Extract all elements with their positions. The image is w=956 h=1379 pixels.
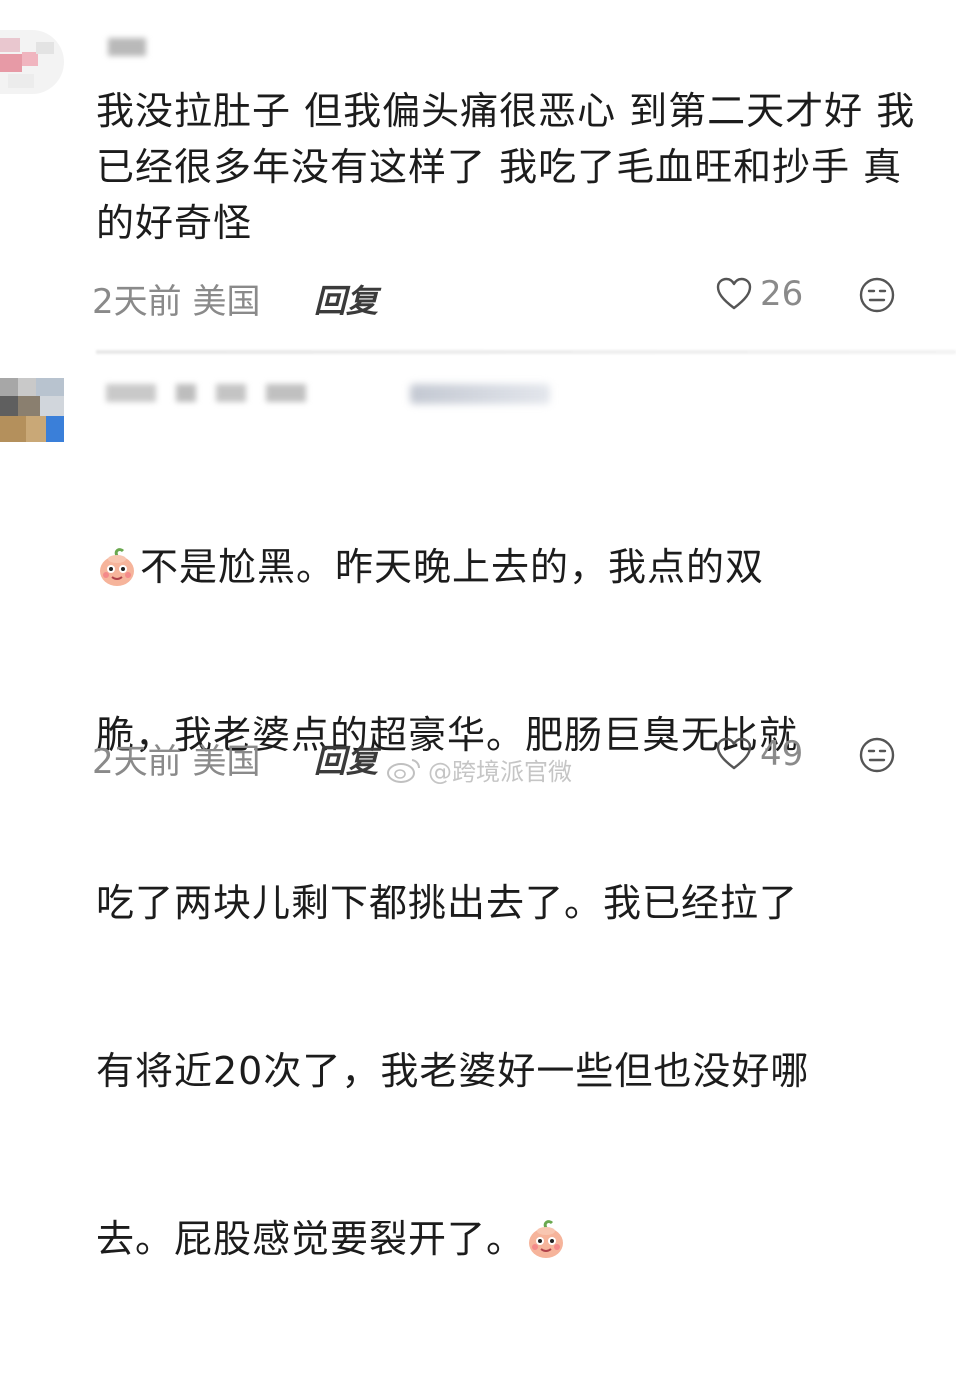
like-button[interactable]: 26 bbox=[714, 274, 803, 314]
timestamp-location: 2天前 美国 bbox=[92, 282, 261, 322]
comment-meta: 2天前 美国 回复 26 bbox=[92, 274, 912, 322]
like-count: 26 bbox=[760, 274, 804, 314]
like-button[interactable]: 49 bbox=[714, 734, 803, 774]
heart-outline-icon bbox=[716, 277, 752, 310]
username-redacted bbox=[108, 38, 146, 56]
divider bbox=[96, 350, 956, 354]
heart-outline-icon bbox=[716, 737, 752, 770]
comment-line: 去。屁股感觉要裂开了。 bbox=[96, 1211, 916, 1267]
comment-text: 不是尬黑。昨天晚上去的，我点的双 脆，我老婆点的超豪华。肥肠巨臭无比就 吃了两块… bbox=[96, 427, 916, 1379]
comment-line: 吃了两块儿剩下都挑出去了。我已经拉了 bbox=[96, 881, 799, 925]
weibo-logo-icon bbox=[387, 758, 421, 783]
comment-text: 我没拉肚子 但我偏头痛很恶心 到第二天才好 我已经很多年没有这样了 我吃了毛血旺… bbox=[96, 89, 916, 245]
avatar[interactable] bbox=[0, 30, 64, 94]
comment-line: 不是尬黑。昨天晚上去的，我点的双 bbox=[96, 539, 916, 595]
comment-line: 有将近20次了，我老婆好一些但也没好哪 bbox=[96, 1049, 810, 1093]
timestamp-location: 2天前 美国 bbox=[92, 742, 261, 782]
peach-face-emoji-icon bbox=[100, 548, 134, 586]
neutral-face-icon[interactable] bbox=[858, 736, 896, 774]
reply-button[interactable]: 回复 bbox=[314, 276, 378, 322]
watermark: @跨境派官微 bbox=[386, 752, 572, 787]
comment-2: 不是尬黑。昨天晚上去的，我点的双 脆，我老婆点的超豪华。肥肠巨臭无比就 吃了两块… bbox=[0, 360, 956, 1261]
reply-button[interactable]: 回复 bbox=[314, 736, 378, 782]
comment-1: 我没拉肚子 但我偏头痛很恶心 到第二天才好 我已经很多年没有这样了 我吃了毛血旺… bbox=[0, 0, 956, 360]
like-count: 49 bbox=[760, 734, 804, 774]
avatar[interactable] bbox=[0, 378, 64, 442]
badge-redacted bbox=[410, 384, 550, 404]
peach-face-emoji-icon bbox=[529, 1220, 564, 1258]
neutral-face-icon[interactable] bbox=[858, 276, 896, 314]
username-redacted bbox=[106, 384, 306, 402]
